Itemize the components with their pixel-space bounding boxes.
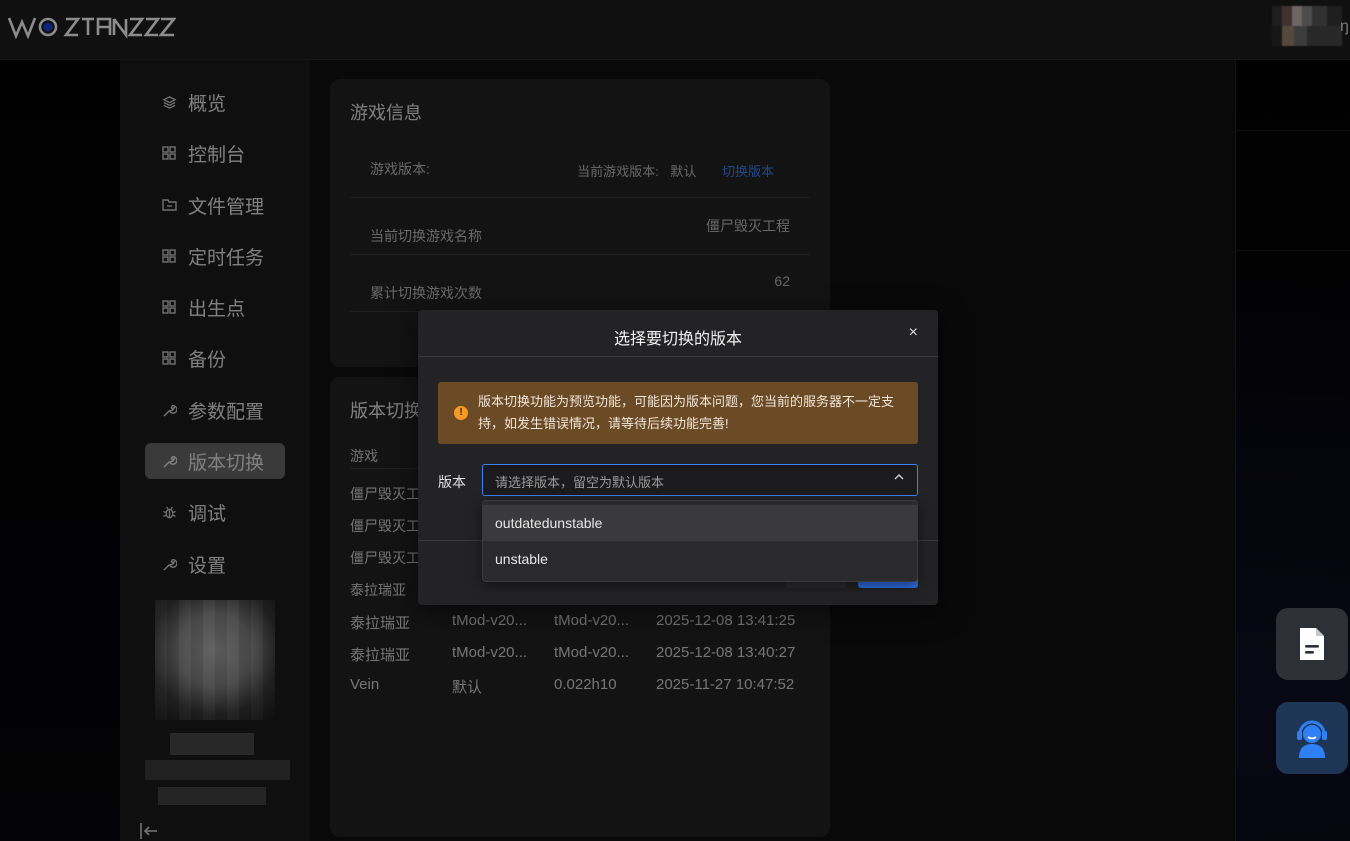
dialog-divider bbox=[418, 356, 938, 357]
warning-text: 版本切换功能为预览功能，可能因为版本问题，您当前的服务器不一定支持，如发生错误情… bbox=[478, 394, 895, 431]
version-field-label: 版本 bbox=[438, 474, 466, 490]
version-select[interactable]: 请选择版本，留空为默认版本 bbox=[482, 464, 918, 496]
warning-icon: ! bbox=[454, 406, 468, 420]
option-outdatedunstable[interactable]: outdatedunstable bbox=[483, 505, 917, 541]
close-icon[interactable]: × bbox=[909, 324, 918, 342]
document-icon bbox=[1300, 628, 1324, 660]
version-dropdown: outdatedunstable unstable bbox=[482, 500, 918, 582]
customer-service-button[interactable] bbox=[1276, 702, 1348, 774]
select-placeholder: 请选择版本，留空为默认版本 bbox=[495, 475, 665, 490]
warning-alert: ! 版本切换功能为预览功能，可能因为版本问题，您当前的服务器不一定支持，如发生错… bbox=[438, 382, 918, 444]
customer-service-icon bbox=[1297, 720, 1327, 758]
option-unstable[interactable]: unstable bbox=[483, 541, 917, 577]
chevron-up-icon bbox=[893, 471, 905, 486]
document-button[interactable] bbox=[1276, 608, 1348, 680]
dialog-title: 选择要切换的版本 bbox=[613, 331, 742, 348]
